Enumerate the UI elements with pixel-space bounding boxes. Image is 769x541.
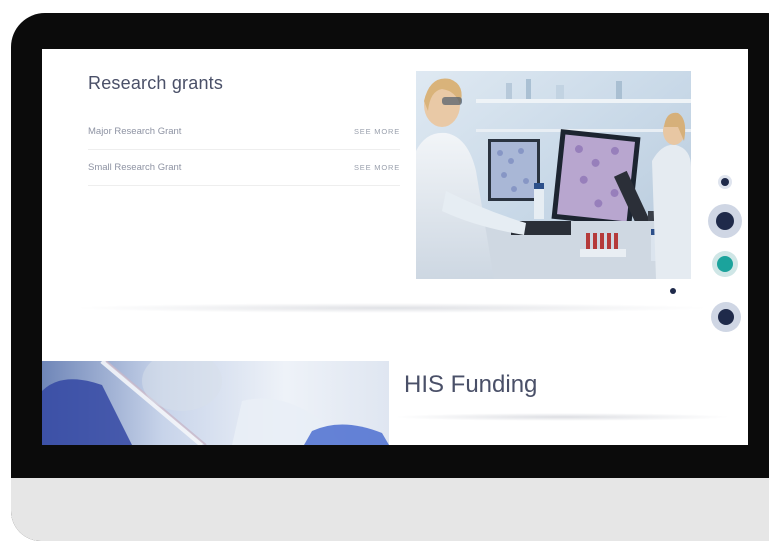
- see-more-link[interactable]: SEE MORE: [354, 127, 400, 136]
- device-base: [11, 478, 769, 541]
- grant-item-label: Small Research Grant: [88, 161, 182, 173]
- grant-item-label: Major Research Grant: [88, 125, 182, 137]
- card-shadow: [72, 303, 712, 313]
- device-frame: Research grants Major Research Grant SEE…: [11, 13, 769, 541]
- his-funding-title: HIS Funding: [404, 371, 538, 398]
- carousel-dot[interactable]: [718, 175, 732, 189]
- carousel-dot[interactable]: [668, 286, 678, 296]
- card-shadow: [392, 413, 732, 421]
- carousel-dot-active[interactable]: [712, 251, 738, 277]
- funding-photo: [42, 361, 389, 445]
- research-grants-title: Research grants: [88, 73, 224, 93]
- carousel-dot[interactable]: [708, 204, 742, 238]
- grant-item-major[interactable]: Major Research Grant SEE MORE: [88, 113, 400, 150]
- screen: Research grants Major Research Grant SEE…: [42, 49, 748, 445]
- carousel-dot[interactable]: [711, 302, 741, 332]
- laboratory-photo: [416, 71, 691, 279]
- grant-item-small[interactable]: Small Research Grant SEE MORE: [88, 149, 400, 186]
- see-more-link[interactable]: SEE MORE: [354, 163, 400, 172]
